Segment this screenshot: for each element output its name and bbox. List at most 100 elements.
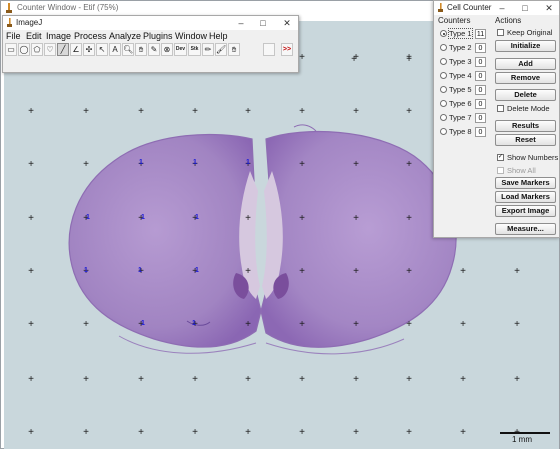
grid-cross: +: [353, 427, 359, 438]
keep-original-checkbox[interactable]: [497, 29, 504, 36]
imagej-titlebar[interactable]: ImageJ – □ ✕: [3, 16, 298, 30]
menu-process[interactable]: Process: [74, 31, 107, 41]
type-4-label[interactable]: Type 4: [449, 71, 472, 80]
grid-cross: +: [514, 427, 520, 438]
actions-heading: Actions: [495, 16, 522, 25]
polygon-tool-icon[interactable]: ⬠: [31, 43, 43, 56]
imagej-maximize-button[interactable]: □: [253, 16, 273, 30]
grid-cross: +: [353, 159, 359, 170]
type-2-label[interactable]: Type 2: [449, 43, 472, 52]
type-2-radio[interactable]: [440, 44, 447, 51]
rectangle-tool-icon[interactable]: ▭: [5, 43, 17, 56]
add-button[interactable]: Add: [495, 58, 556, 70]
scale-bar: [500, 432, 550, 434]
empty-tool-slot-icon[interactable]: [263, 43, 275, 56]
cell-counter-close-button[interactable]: ✕: [542, 1, 556, 15]
flood-fill-tool-icon[interactable]: ✋︎: [228, 43, 240, 56]
imagej-close-button[interactable]: ✕: [277, 16, 297, 30]
grid-cross: +: [138, 374, 144, 385]
imagej-minimize-button[interactable]: –: [231, 16, 251, 30]
grid-cross: +: [83, 106, 89, 117]
type-6-label[interactable]: Type 6: [449, 99, 472, 108]
grid-cross: +: [460, 319, 466, 330]
line-tool-icon[interactable]: ╱: [57, 43, 69, 56]
point-tool-icon[interactable]: ✣: [83, 43, 95, 56]
reset-button[interactable]: Reset: [495, 134, 556, 146]
save-markers-button[interactable]: Save Markers: [495, 177, 556, 189]
cell-marker[interactable]: 1: [195, 267, 199, 275]
cell-marker[interactable]: 1: [141, 320, 145, 328]
cell-marker[interactable]: 1: [193, 159, 197, 167]
menu-analyze[interactable]: Analyze: [109, 31, 141, 41]
menu-help[interactable]: Help: [209, 31, 228, 41]
grid-cross: +: [192, 106, 198, 117]
oval-tool-icon[interactable]: ◯: [18, 43, 30, 56]
show-all-checkbox[interactable]: [497, 167, 504, 174]
type-3-radio[interactable]: [440, 58, 447, 65]
menu-window[interactable]: Window: [175, 31, 207, 41]
grid-cross: +: [406, 54, 412, 65]
cell-marker[interactable]: 1: [141, 214, 145, 222]
grid-cross: +: [28, 266, 34, 277]
dropper-tool-icon[interactable]: ✎: [148, 43, 160, 56]
grid-cross: +: [299, 106, 305, 117]
remove-button[interactable]: Remove: [495, 72, 556, 84]
type-6-count: 0: [475, 99, 486, 109]
cell-counter-titlebar[interactable]: Cell Counter – □ ✕: [434, 1, 559, 15]
type-3-label[interactable]: Type 3: [449, 57, 472, 66]
grid-cross: +: [406, 319, 412, 330]
wand-tool-icon[interactable]: ↖: [96, 43, 108, 56]
type-8-label[interactable]: Type 8: [449, 127, 472, 136]
type-7-label[interactable]: Type 7: [449, 113, 472, 122]
text-tool-icon[interactable]: A: [109, 43, 121, 56]
magnifier-tool-icon[interactable]: 🔍︎: [122, 43, 134, 56]
load-markers-button[interactable]: Load Markers: [495, 191, 556, 203]
pencil-tool-icon[interactable]: ✏︎: [202, 43, 214, 56]
type-1-count: 11: [475, 29, 486, 39]
delete-button[interactable]: Delete: [495, 89, 556, 101]
cell-marker[interactable]: 1: [195, 214, 199, 222]
cell-counter-minimize-button[interactable]: –: [495, 1, 509, 15]
stacks-menu-icon[interactable]: Stk: [188, 43, 201, 56]
grid-cross: +: [353, 106, 359, 117]
freehand-tool-icon[interactable]: ♡: [44, 43, 56, 56]
angle-tool-icon[interactable]: ∠: [70, 43, 82, 56]
menu-file[interactable]: File: [6, 31, 21, 41]
type-5-radio[interactable]: [440, 86, 447, 93]
menu-image[interactable]: Image: [46, 31, 71, 41]
type-5-label[interactable]: Type 5: [449, 85, 472, 94]
more-tools-icon[interactable]: >>: [281, 43, 293, 56]
type-1-radio[interactable]: [440, 30, 447, 37]
brush-tool-icon[interactable]: 🖌︎: [215, 43, 227, 56]
stop-tool-icon[interactable]: ⊗: [161, 43, 173, 56]
cell-marker[interactable]: 1: [139, 159, 143, 167]
grid-cross: +: [245, 213, 251, 224]
grid-cross: +: [514, 266, 520, 277]
menu-edit[interactable]: Edit: [26, 31, 42, 41]
initialize-button[interactable]: Initialize: [495, 40, 556, 52]
developer-menu-icon[interactable]: Dev: [174, 43, 187, 56]
grid-cross: +: [83, 374, 89, 385]
type-7-radio[interactable]: [440, 114, 447, 121]
hand-tool-icon[interactable]: ✋︎: [135, 43, 147, 56]
type-6-radio[interactable]: [440, 100, 447, 107]
measure-button[interactable]: Measure...: [495, 223, 556, 235]
export-image-button[interactable]: Export Image: [495, 205, 556, 217]
results-button[interactable]: Results: [495, 120, 556, 132]
show-numbers-checkbox[interactable]: ✓: [497, 154, 504, 161]
cell-marker[interactable]: 1: [84, 267, 88, 275]
cell-counter-maximize-button[interactable]: □: [518, 1, 532, 15]
type-4-radio[interactable]: [440, 72, 447, 79]
cell-marker[interactable]: 1: [192, 320, 196, 328]
menu-plugins[interactable]: Plugins: [143, 31, 173, 41]
grid-cross: +: [353, 374, 359, 385]
type-1-label[interactable]: Type 1: [448, 28, 473, 39]
type-8-radio[interactable]: [440, 128, 447, 135]
cell-counter-app-icon: [438, 3, 443, 12]
grid-cross: +: [406, 374, 412, 385]
cell-marker[interactable]: 1: [138, 267, 142, 275]
delete-mode-checkbox[interactable]: [497, 105, 504, 112]
cell-marker[interactable]: 1: [246, 159, 250, 167]
grid-cross: +: [299, 319, 305, 330]
cell-marker[interactable]: 1: [86, 214, 90, 222]
